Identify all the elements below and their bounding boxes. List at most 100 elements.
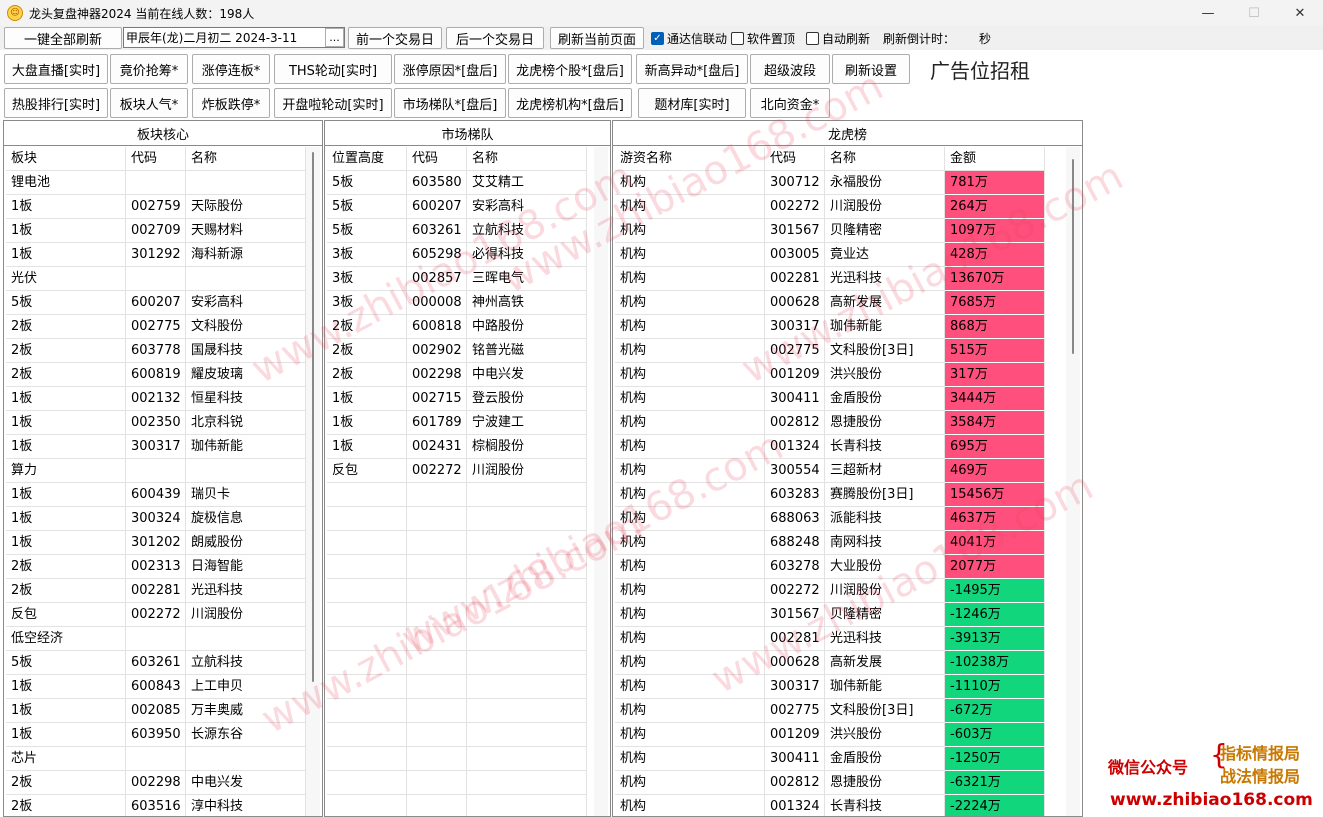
table-row[interactable]: 机构 002281 光迅科技 13670万 bbox=[615, 267, 1045, 291]
scrollbar-thumb[interactable] bbox=[1072, 159, 1074, 354]
nav-row1-button-7[interactable]: 超级波段 bbox=[750, 54, 830, 84]
table-row[interactable]: 机构 300317 珈伟新能 -1110万 bbox=[615, 675, 1045, 699]
table-row[interactable]: 机构 002281 光迅科技 -3913万 bbox=[615, 627, 1045, 651]
refresh-all-button[interactable]: 一键全部刷新 bbox=[4, 27, 122, 49]
table-row[interactable]: 1板 600843 上工申贝 bbox=[6, 675, 306, 699]
nav-row1-button-5[interactable]: 龙虎榜个股*[盘后] bbox=[508, 54, 632, 84]
table-row[interactable]: 2板 002281 光迅科技 bbox=[6, 579, 306, 603]
table-row[interactable]: 机构 003005 竟业达 428万 bbox=[615, 243, 1045, 267]
auto-refresh-checkbox[interactable]: 自动刷新 bbox=[806, 30, 870, 47]
nav-row2-button-6[interactable]: 题材库[实时] bbox=[638, 88, 746, 118]
table-row[interactable]: 2板 002775 文科股份 bbox=[6, 315, 306, 339]
table-row[interactable]: 2板 002313 日海智能 bbox=[6, 555, 306, 579]
prev-day-button[interactable]: 前一个交易日 bbox=[348, 27, 442, 49]
table-row[interactable]: 机构 000628 高新发展 -10238万 bbox=[615, 651, 1045, 675]
table-row[interactable]: 机构 001324 长青科技 695万 bbox=[615, 435, 1045, 459]
table-row[interactable] bbox=[327, 723, 587, 747]
table-row[interactable]: 1板 002350 北京科锐 bbox=[6, 411, 306, 435]
table-row[interactable]: 5板 603261 立航科技 bbox=[327, 219, 587, 243]
table-row[interactable]: 1板 301292 海科新源 bbox=[6, 243, 306, 267]
lhb-scrollbar[interactable] bbox=[1066, 147, 1080, 816]
table-row[interactable] bbox=[327, 795, 587, 816]
table-row[interactable]: 3板 000008 神州高铁 bbox=[327, 291, 587, 315]
table-row[interactable]: 机构 603283 赛腾股份[3日] 15456万 bbox=[615, 483, 1045, 507]
ladder-scrollbar[interactable] bbox=[594, 147, 608, 816]
table-row[interactable] bbox=[327, 603, 587, 627]
table-row[interactable]: 1板 603950 长源东谷 bbox=[6, 723, 306, 747]
table-row[interactable]: 机构 002272 川润股份 264万 bbox=[615, 195, 1045, 219]
pin-top-checkbox[interactable]: 软件置顶 bbox=[731, 30, 795, 47]
table-row[interactable]: 1板 300324 旋极信息 bbox=[6, 507, 306, 531]
refresh-page-button[interactable]: 刷新当前页面 bbox=[550, 27, 644, 49]
table-row[interactable] bbox=[327, 627, 587, 651]
table-row[interactable]: 2板 002902 铭普光磁 bbox=[327, 339, 587, 363]
table-row[interactable]: 低空经济 bbox=[6, 627, 306, 651]
table-row[interactable]: 1板 600439 瑞贝卡 bbox=[6, 483, 306, 507]
tdx-link-checkbox[interactable]: ✓ 通达信联动 bbox=[651, 30, 727, 47]
table-row[interactable]: 1板 002709 天赐材料 bbox=[6, 219, 306, 243]
nav-row1-button-8[interactable]: 刷新设置 bbox=[832, 54, 910, 84]
table-row[interactable] bbox=[327, 507, 587, 531]
table-row[interactable]: 锂电池 bbox=[6, 171, 306, 195]
table-row[interactable]: 反包 002272 川润股份 bbox=[327, 459, 587, 483]
table-row[interactable]: 机构 300712 永福股份 781万 bbox=[615, 171, 1045, 195]
table-row[interactable]: 5板 603580 艾艾精工 bbox=[327, 171, 587, 195]
sector-scrollbar[interactable] bbox=[306, 147, 320, 816]
nav-row1-button-0[interactable]: 大盘直播[实时] bbox=[4, 54, 108, 84]
table-row[interactable]: 机构 002775 文科股份[3日] 515万 bbox=[615, 339, 1045, 363]
table-row[interactable]: 2板 002298 中电兴发 bbox=[6, 771, 306, 795]
next-day-button[interactable]: 后一个交易日 bbox=[446, 27, 544, 49]
table-row[interactable]: 1板 002715 登云股份 bbox=[327, 387, 587, 411]
table-row[interactable]: 机构 300317 珈伟新能 868万 bbox=[615, 315, 1045, 339]
table-row[interactable]: 机构 001209 洪兴股份 317万 bbox=[615, 363, 1045, 387]
table-row[interactable] bbox=[327, 651, 587, 675]
nav-row2-button-0[interactable]: 热股排行[实时] bbox=[4, 88, 108, 118]
table-row[interactable]: 机构 688063 派能科技 4637万 bbox=[615, 507, 1045, 531]
table-row[interactable]: 机构 300411 金盾股份 -1250万 bbox=[615, 747, 1045, 771]
table-row[interactable] bbox=[327, 747, 587, 771]
table-row[interactable]: 1板 301202 朗威股份 bbox=[6, 531, 306, 555]
nav-row2-button-7[interactable]: 北向资金* bbox=[750, 88, 830, 118]
nav-row2-button-1[interactable]: 板块人气* bbox=[110, 88, 188, 118]
table-row[interactable]: 机构 603278 大业股份 2077万 bbox=[615, 555, 1045, 579]
table-row[interactable]: 机构 001209 洪兴股份 -603万 bbox=[615, 723, 1045, 747]
table-row[interactable]: 光伏 bbox=[6, 267, 306, 291]
table-row[interactable]: 芯片 bbox=[6, 747, 306, 771]
date-picker-button[interactable]: ... bbox=[325, 28, 344, 47]
table-row[interactable] bbox=[327, 771, 587, 795]
nav-row1-button-3[interactable]: THS轮动[实时] bbox=[274, 54, 392, 84]
table-row[interactable]: 机构 002812 恩捷股份 -6321万 bbox=[615, 771, 1045, 795]
table-row[interactable]: 1板 002431 棕榈股份 bbox=[327, 435, 587, 459]
table-row[interactable]: 算力 bbox=[6, 459, 306, 483]
table-row[interactable]: 2板 002298 中电兴发 bbox=[327, 363, 587, 387]
date-field[interactable]: 甲辰年(龙)二月初二 2024-3-11 bbox=[123, 27, 345, 48]
table-row[interactable]: 5板 600207 安彩高科 bbox=[327, 195, 587, 219]
table-row[interactable]: 1板 300317 珈伟新能 bbox=[6, 435, 306, 459]
table-row[interactable] bbox=[327, 675, 587, 699]
nav-row2-button-4[interactable]: 市场梯队*[盘后] bbox=[394, 88, 506, 118]
table-row[interactable] bbox=[327, 483, 587, 507]
minimize-icon[interactable]: — bbox=[1185, 0, 1231, 26]
table-row[interactable] bbox=[327, 699, 587, 723]
table-row[interactable]: 机构 301567 贝隆精密 -1246万 bbox=[615, 603, 1045, 627]
table-row[interactable]: 2板 603516 淳中科技 bbox=[6, 795, 306, 816]
table-row[interactable]: 1板 002085 万丰奥威 bbox=[6, 699, 306, 723]
table-row[interactable]: 3板 605298 必得科技 bbox=[327, 243, 587, 267]
scrollbar-thumb[interactable] bbox=[312, 152, 314, 682]
table-row[interactable]: 机构 002775 文科股份[3日] -672万 bbox=[615, 699, 1045, 723]
table-row[interactable]: 机构 300411 金盾股份 3444万 bbox=[615, 387, 1045, 411]
nav-row2-button-2[interactable]: 炸板跌停* bbox=[192, 88, 270, 118]
table-row[interactable]: 2板 603778 国晟科技 bbox=[6, 339, 306, 363]
table-row[interactable] bbox=[327, 555, 587, 579]
table-row[interactable]: 2板 600819 耀皮玻璃 bbox=[6, 363, 306, 387]
nav-row1-button-6[interactable]: 新高异动*[盘后] bbox=[636, 54, 748, 84]
table-row[interactable]: 机构 002812 恩捷股份 3584万 bbox=[615, 411, 1045, 435]
table-row[interactable]: 1板 601789 宁波建工 bbox=[327, 411, 587, 435]
table-row[interactable] bbox=[327, 579, 587, 603]
table-row[interactable]: 5板 600207 安彩高科 bbox=[6, 291, 306, 315]
table-row[interactable]: 机构 300554 三超新材 469万 bbox=[615, 459, 1045, 483]
nav-row1-button-1[interactable]: 竟价抢筹* bbox=[110, 54, 188, 84]
table-row[interactable]: 机构 688248 南网科技 4041万 bbox=[615, 531, 1045, 555]
nav-row1-button-2[interactable]: 涨停连板* bbox=[192, 54, 270, 84]
table-row[interactable]: 5板 603261 立航科技 bbox=[6, 651, 306, 675]
